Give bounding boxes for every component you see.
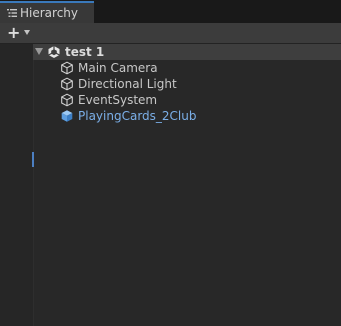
hierarchy-window: Hierarchy + test 1 Main Camera Direction… (0, 0, 341, 326)
hierarchy-item-directional-light[interactable]: Directional Light (33, 76, 341, 92)
create-button[interactable]: + (4, 24, 34, 42)
hierarchy-list-icon (7, 9, 17, 17)
hierarchy-tree: test 1 Main Camera Directional Light Eve… (33, 44, 341, 326)
left-gutter (0, 44, 34, 326)
chevron-down-icon (24, 30, 30, 35)
gameobject-cube-icon (61, 93, 73, 107)
gameobject-cube-icon (61, 77, 73, 91)
plus-icon: + (7, 23, 21, 42)
hierarchy-item-main-camera[interactable]: Main Camera (33, 60, 341, 76)
hierarchy-toolbar: + (0, 23, 341, 44)
foldout-expanded-icon[interactable] (35, 48, 43, 55)
hierarchy-item-label: EventSystem (78, 93, 158, 107)
tab-hierarchy[interactable]: Hierarchy (0, 1, 94, 23)
scene-row[interactable]: test 1 (33, 44, 341, 60)
hierarchy-item-label: PlayingCards_2Club (78, 109, 197, 123)
hierarchy-item-label: Main Camera (78, 61, 158, 75)
tab-label: Hierarchy (20, 6, 79, 20)
prefab-cube-icon (61, 110, 73, 122)
hierarchy-item-playingcards-2club[interactable]: PlayingCards_2Club (33, 108, 341, 124)
tab-bar: Hierarchy (0, 0, 341, 23)
unity-scene-icon (48, 46, 60, 58)
gameobject-cube-icon (61, 61, 73, 75)
scene-name: test 1 (65, 45, 105, 59)
hierarchy-item-eventsystem[interactable]: EventSystem (33, 92, 341, 108)
hierarchy-item-label: Directional Light (78, 77, 177, 91)
